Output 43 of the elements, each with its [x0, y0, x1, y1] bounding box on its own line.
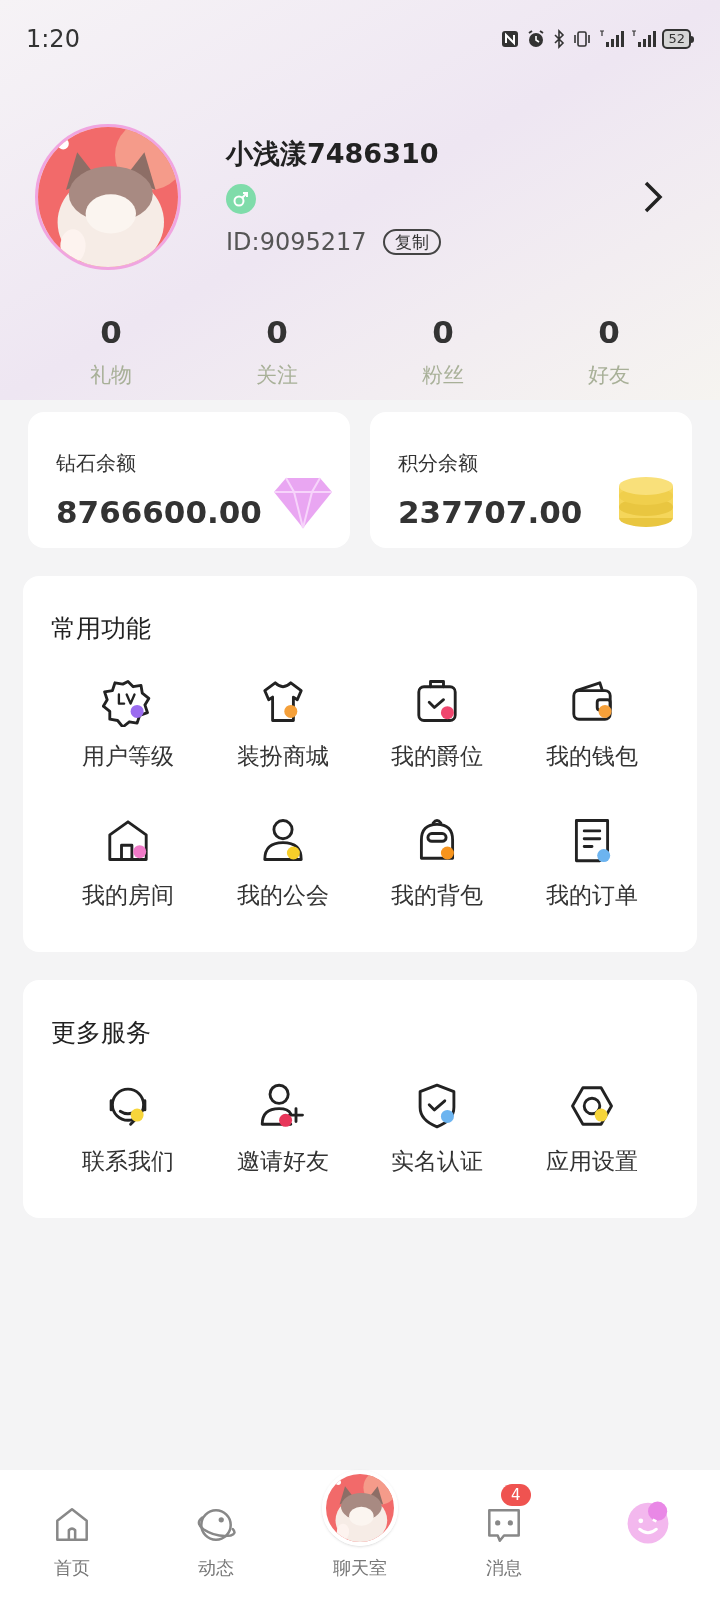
stat-label: 礼物 [90, 362, 132, 389]
feature-item[interactable]: 我的房间 [51, 813, 206, 912]
feature-item[interactable]: 邀请好友 [205, 1079, 360, 1178]
unread-badge: 4 [501, 1484, 531, 1506]
copy-button[interactable]: 复制 [382, 229, 441, 256]
user-id: ID:9095217 [226, 227, 367, 259]
stat-label: 关注 [256, 362, 298, 389]
balance-card[interactable]: 钻石余额 8766600.00 [28, 411, 350, 548]
battery-indicator: 52 [662, 29, 694, 49]
feature-item[interactable]: 我的爵位 [360, 675, 515, 774]
balance-amount: 237707.00 [398, 493, 583, 530]
tab-item[interactable]: 4 消息 [432, 1452, 576, 1581]
feature-item[interactable]: 用户等级 [51, 675, 206, 774]
balance-label: 钻石余额 [56, 449, 137, 477]
balance-card[interactable]: 积分余额 237707.00 [370, 411, 692, 548]
stat-label: 好友 [588, 362, 630, 389]
signal-icon [630, 29, 657, 49]
feature-item[interactable]: 联系我们 [51, 1079, 206, 1178]
stat-value: 0 [598, 314, 620, 350]
feature-item[interactable]: 装扮商城 [205, 675, 360, 774]
balance-amount: 8766600.00 [56, 493, 262, 530]
feature-item[interactable]: 我的背包 [360, 813, 515, 912]
status-time: 1:20 [26, 24, 80, 55]
tab-item[interactable]: 聊天室 [288, 1452, 432, 1581]
tab-item[interactable]: 首页 [0, 1452, 144, 1581]
signal-icon [598, 29, 625, 49]
feature-item[interactable]: 应用设置 [514, 1079, 669, 1178]
stat-value: 0 [266, 314, 288, 350]
balance-label: 积分余额 [398, 449, 479, 477]
section-title: 更多服务 [51, 1017, 152, 1049]
feature-item[interactable]: 我的公会 [205, 813, 360, 912]
section-title: 常用功能 [51, 612, 152, 645]
bluetooth-icon [552, 29, 567, 49]
stat-value: 0 [432, 314, 454, 350]
tab-item[interactable]: 动态 [144, 1452, 288, 1581]
user-name: 小浅漾7486310 [226, 136, 440, 171]
feature-item[interactable]: 我的订单 [514, 813, 669, 912]
vibrate-icon [572, 29, 593, 49]
nfc-icon [500, 29, 521, 49]
stat-value: 0 [100, 314, 122, 350]
stat-label: 粉丝 [422, 362, 464, 389]
feature-item[interactable]: 实名认证 [360, 1079, 515, 1178]
feature-item[interactable]: 我的钱包 [514, 675, 669, 774]
